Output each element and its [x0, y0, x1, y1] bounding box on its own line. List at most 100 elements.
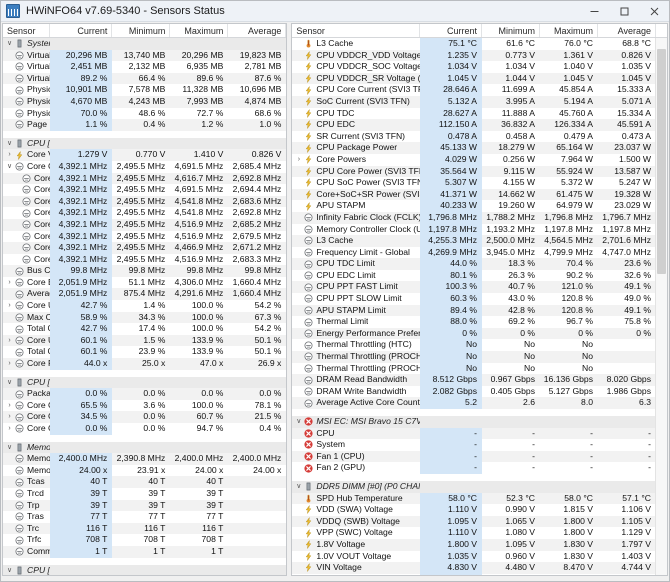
sensor-group-row[interactable]: ∨ DDR5 DIMM [#0] (P0 CHANNEL A,DIMM 0)	[292, 480, 656, 493]
scrollbar-thumb[interactable]	[657, 48, 666, 275]
sensor-row[interactable]: Page File Usage1.1 % 0.4 % 1.2 % 1.0 %	[3, 119, 287, 131]
sensor-row[interactable]: Physical Memory Used10,901 MB 7,578 MB 11,…	[3, 84, 286, 96]
sensor-row[interactable]: CPU VDDCR_SR Voltage (SVI3 TFN)1.045 V1.…	[292, 72, 656, 85]
sensor-row[interactable]: › Core Utility60.1 % 1.5 % 133.9 % 50.1 %	[3, 334, 287, 347]
header-maximum[interactable]: Maximum	[540, 24, 598, 37]
sensor-row[interactable]: APU STAPM Limit 89.4 % 42.8 % 120.8 % 49.1 %	[292, 304, 656, 317]
sensor-row[interactable]: Core 5 Clock (perf #6)4,392.1 MHz2,495.5…	[3, 230, 286, 243]
sensor-row[interactable]: › Core Effective Clocks2,051.9 MHz 51.1 MH…	[3, 276, 286, 289]
chevron-down-icon[interactable]: ∨	[5, 377, 14, 389]
sensor-row[interactable]: › Core C0 Residency65.5 % 3.6 % 100.0 % 78.1…	[3, 399, 286, 412]
chevron-right-icon[interactable]: ›	[5, 400, 14, 412]
sensor-row[interactable]: Average Effective Clock2,051.9 MHz 875.4 …	[3, 288, 287, 301]
sensor-row[interactable]: Core 1 Clock (perf #1)4,392.1 MHz2,495.5…	[3, 184, 286, 196]
sensor-row[interactable]: Core 7 Clock (perf #5)4,392.1 MHz2,495.5…	[3, 253, 286, 266]
chevron-down-icon[interactable]: ∨	[5, 38, 14, 50]
sensor-row[interactable]: Tcas 40 T 40 T 40 T	[3, 476, 287, 488]
sensor-row[interactable]: Command Rate1 T1 T1 T	[3, 545, 287, 558]
vertical-scrollbar[interactable]	[655, 38, 667, 575]
sensor-row[interactable]: Core 2 Clock (perf #3)4,392.1 MHz2,495.5…	[3, 195, 287, 208]
sensor-row[interactable]: CPU PPT SLOW Limit 60.3 % 43.0 % 120.8 % 49.…	[292, 293, 656, 305]
right-sensor-list[interactable]: L3 Cache 75.1 °C 61.6 °C 76.0 °C 68.8 °C CPU …	[292, 38, 667, 575]
sensor-row[interactable]: System - - - -	[292, 439, 656, 451]
sensor-row[interactable]: CPU Core Power (SVI3 TFN) 35.564 W 9.115 W…	[292, 165, 656, 178]
sensor-row[interactable]: Energy Performance Preference0 %0 %0 %0 …	[292, 327, 656, 340]
sensor-row[interactable]: Memory Controller Clock (UCLK)1,197.8 MH…	[292, 223, 656, 236]
header-sensor[interactable]: Sensor	[3, 24, 51, 37]
sensor-row[interactable]: Frequency Limit - Global 4,269.9 MHz 3,945…	[292, 246, 656, 259]
sensor-row[interactable]: Trfc 708 T 708 T 708 T	[3, 534, 286, 546]
chevron-right-icon[interactable]: ›	[5, 423, 14, 435]
sensor-row[interactable]: CPU PPT FAST Limit 100.3 % 40.7 % 121.0 % 49…	[292, 281, 656, 294]
sensor-row[interactable]: Core+SoC+SR Power (SVI3 TFN)41.371 W 14.6…	[292, 188, 656, 201]
header-sensor[interactable]: Sensor	[292, 24, 420, 37]
sensor-row[interactable]: Max CPU/Thread Usage58.9 % 34.3 % 100.0 % 6…	[3, 311, 287, 324]
left-sensor-list[interactable]: ∨System: MSI Bravo 15 C7VFVirtual Memory…	[3, 38, 287, 575]
header-average[interactable]: Average	[598, 24, 656, 37]
sensor-row[interactable]: DRAM Read Bandwidth 8.512 Gbps 0.967 Gbps 1…	[292, 374, 656, 386]
sensor-row[interactable]: › Core VIDs1.279 V 0.770 V 1.410 V 0.826 V	[3, 149, 287, 161]
sensor-row[interactable]: Fan 2 (GPU) - - - -	[292, 462, 656, 474]
sensor-row[interactable]: Fan 1 (CPU) - - - -	[292, 450, 656, 463]
chevron-right-icon[interactable]: ›	[5, 358, 14, 370]
sensor-row[interactable]: Physical Memory Available4,670 MB 4,243 M…	[3, 95, 287, 108]
sensor-row[interactable]: Total CPU Usage42.7 % 17.4 % 100.0 % 54.2 %	[3, 323, 286, 335]
pane-splitter[interactable]	[287, 23, 290, 576]
sensor-row[interactable]: DRAM Write Bandwidth 2.082 Gbps 0.405 Gbps…	[292, 385, 656, 398]
sensor-row[interactable]: Core 0 Clock (perf #2)4,392.1 MHz2,495.5…	[3, 172, 287, 185]
chevron-down-icon[interactable]: ∨	[5, 565, 14, 575]
header-maximum[interactable]: Maximum	[170, 24, 229, 37]
sensor-row[interactable]: SR Current (SVI3 TFN) 0.478 A 0.458 A 0.479…	[292, 130, 656, 143]
sensor-row[interactable]: Virtual Memory Load89.2 % 66.4 % 89.6 % 87.…	[3, 72, 287, 85]
close-icon[interactable]	[639, 1, 669, 21]
sensor-row[interactable]: › Core C1 Residency34.5 % 0.0 % 60.7 % 21.5 …	[3, 411, 287, 423]
sensor-row[interactable]: CPU VDDCR_SOC Voltage (SVI3 T...1.034 V1…	[292, 61, 656, 73]
chevron-down-icon[interactable]: ∨	[5, 161, 14, 173]
sensor-row[interactable]: CPU TDC Limit 44.0 % 18.3 % 70.4 % 23.6 %	[292, 258, 656, 270]
header-minimum[interactable]: Minimum	[112, 24, 171, 37]
sensor-row[interactable]: Average Active Core Count 5.2 2.6 8.0 6.3	[292, 397, 656, 409]
sensor-row[interactable]: Trcd 39 T 39 T 39 T	[3, 487, 286, 500]
sensor-group-row[interactable]: ∨ MSI EC: MSI Bravo 15 C7VF	[292, 416, 656, 428]
sensor-row[interactable]: 1.8V Voltage 1.800 V 1.095 V 1.830 V 1.797 V	[292, 538, 656, 551]
sensor-row[interactable]: Trc 116 T 116 T 116 T	[3, 522, 287, 535]
sensor-row[interactable]: CPU Core Current (SVI3 TFN)28.646 A 11.69…	[292, 84, 656, 96]
sensor-row[interactable]: CPU TDC 28.627 A 11.888 A 45.760 A 15.334 A	[292, 107, 656, 120]
sensor-row[interactable]: Core 6 Clock (perf #7)4,392.1 MHz2,495.5…	[3, 242, 287, 254]
sensor-group-row[interactable]: ∨ System: MSI Bravo 15 C7VF	[3, 38, 287, 50]
sensor-row[interactable]: PMIC High TemperatureNoNoNoNo	[292, 573, 656, 575]
chevron-down-icon[interactable]: ∨	[294, 416, 303, 428]
sensor-row[interactable]: › Core Ratios44.0 x 25.0 x 47.0 x 26.9 x	[3, 358, 287, 370]
sensor-row[interactable]: APU STAPM 40.233 W 19.260 W 64.979 W 23.029 …	[292, 200, 656, 212]
chevron-down-icon[interactable]: ∨	[5, 442, 14, 454]
sensor-group-row[interactable]: ∨ CPU [#0]: AMD Ryzen 7 7735HS	[3, 137, 287, 150]
sensor-row[interactable]: Thermal Throttling (PROCHOT EXT)NoNoNo	[292, 362, 656, 375]
chevron-right-icon[interactable]: ›	[5, 149, 14, 161]
sensor-row[interactable]: Memory Clock Ratio24.00 x23.91 x24.00 x2…	[3, 464, 286, 477]
sensor-row[interactable]: CPU VDDCR_VDD Voltage (SVI3 T...1.235 V 0…	[292, 49, 656, 62]
sensor-row[interactable]: Thermal Throttling (HTC) No No No	[292, 339, 656, 352]
sensor-row[interactable]: 1.0V VOUT Voltage 1.035 V 0.960 V 1.830 V 1.…	[292, 550, 656, 563]
sensor-row[interactable]: › Core Usage42.7 % 1.4 % 100.0 % 54.2 %	[3, 300, 286, 312]
sensor-row[interactable]: Physical Memory Load70.0 % 48.6 % 72.7 % 68…	[3, 107, 286, 120]
sensor-row[interactable]: Thermal Throttling (PROCHOT CPU)NoNoNo	[292, 351, 656, 363]
sensor-row[interactable]: Bus Clock99.8 MHz99.8 MHz99.8 MHz99.8 MH…	[3, 265, 287, 277]
sensor-row[interactable]: ›Core C6 Residency0.0 %0.0 %94.7 %0.4 %	[3, 423, 286, 435]
chevron-right-icon[interactable]: ›	[5, 335, 14, 347]
sensor-row[interactable]: Total CPU Utility60.1 % 23.9 % 133.9 % 50.1…	[3, 346, 286, 359]
maximize-icon[interactable]	[609, 1, 639, 21]
sensor-row[interactable]: CPU EDC 112.150 A 36.832 A 126.334 A 45.591 …	[292, 119, 656, 131]
sensor-row[interactable]: SPD Hub Temperature 58.0 °C 52.3 °C 58.0 °C…	[292, 492, 656, 505]
sensor-row[interactable]: SoC Current (SVI3 TFN) 5.132 A 3.995 A 5.19…	[292, 95, 656, 108]
sensor-row[interactable]: Virtual Memory Committed20,296 MB13,740 …	[3, 49, 287, 62]
sensor-row[interactable]: CPU - - - -	[292, 427, 656, 440]
sensor-row[interactable]: L3 Cache 4,255.3 MHz 2,500.0 MHz 4,564.5 MH…	[292, 235, 656, 247]
sensor-row[interactable]: Thermal Limit 88.0 % 69.2 % 96.7 % 75.8 %	[292, 316, 656, 328]
sensor-group-row[interactable]: ∨ CPU [#0]: AMD Ryzen 7 7735HS: C-State R…	[3, 376, 287, 389]
sensor-row[interactable]: Infinity Fabric Clock (FCLK) 1,796.8 MHz 1…	[292, 211, 656, 224]
sensor-group-row[interactable]: ∨ CPU [#0]: AMD Ryzen 7 7735HS: Enhanced	[3, 564, 287, 575]
sensor-row[interactable]: VDDQ (SWB) Voltage 1.095 V 1.065 V 1.800 V 1…	[292, 515, 656, 528]
chevron-down-icon[interactable]: ∨	[294, 481, 303, 493]
sensor-row[interactable]: CPU SoC Power (SVI3 TFN) 5.307 W 4.155 W 5.…	[292, 177, 656, 189]
sensor-row[interactable]: ∨ Core Clocks4,392.1 MHz2,495.5 MHz 4,691.…	[3, 160, 286, 173]
